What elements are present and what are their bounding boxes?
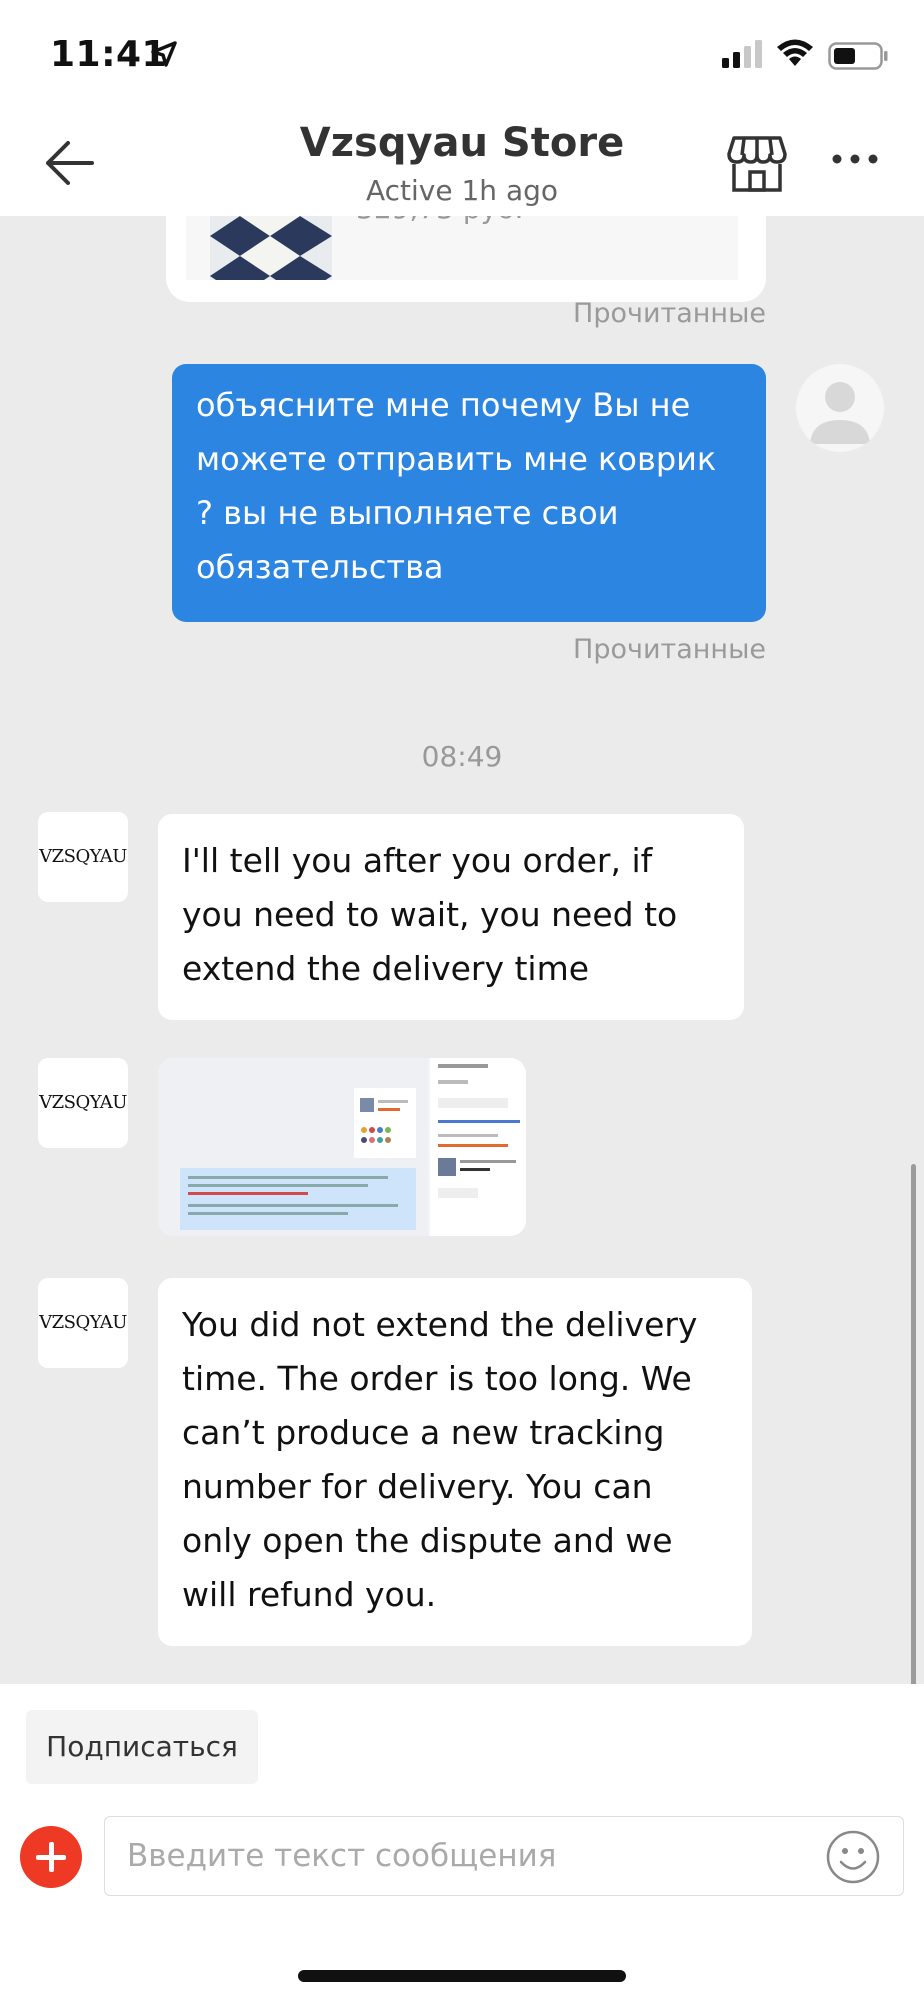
store-message-bubble[interactable]: You did not extend the delivery time. Th… [158,1278,752,1646]
store-avatar[interactable]: VZSQYAU [38,1058,128,1148]
read-status: Прочитанные [573,634,766,665]
subscribe-button[interactable]: Подписаться [26,1710,258,1784]
battery-icon [828,42,888,70]
store-button[interactable] [726,134,788,194]
chat-area[interactable]: 329,73 руб. Прочитанные объясните мне по… [0,216,924,1684]
bottom-bar: Подписаться [0,1684,924,2000]
chat-scrollbar[interactable] [911,1164,916,1684]
status-bar: 11:41 [0,0,924,110]
default-avatar-icon [810,382,870,444]
emoji-icon [826,1830,880,1884]
message-input-box[interactable] [104,1816,904,1896]
message-input[interactable] [127,1825,807,1887]
read-status: Прочитанные [573,298,766,329]
store-message-bubble[interactable]: I'll tell you after you order, if you ne… [158,814,744,1020]
chat-header: Vzsqyau Store Active 1h ago [0,110,924,216]
more-options-button[interactable] [830,144,880,174]
screenshot-thumbnail [158,1058,526,1236]
product-card-body: 329,73 руб. [186,216,738,280]
plus-icon[interactable] [20,1826,82,1888]
product-price: 329,73 руб. [356,216,523,225]
more-icon [832,154,878,164]
store-avatar[interactable]: VZSQYAU [38,1278,128,1368]
time-separator: 08:49 [421,740,503,773]
screenshot-image-message[interactable] [158,1058,526,1236]
product-thumbnail [210,216,332,280]
store-avatar[interactable]: VZSQYAU [38,812,128,902]
my-message-bubble[interactable]: объясните мне почему Вы не можете отправ… [172,364,766,622]
home-indicator[interactable] [298,1970,626,1982]
product-card[interactable]: 329,73 руб. [166,216,766,302]
avatar[interactable] [796,364,884,452]
wifi-icon [777,39,813,66]
store-icon [727,136,787,192]
signal-icon [722,40,762,68]
location-arrow-icon [151,41,177,67]
emoji-button[interactable] [825,1829,881,1885]
